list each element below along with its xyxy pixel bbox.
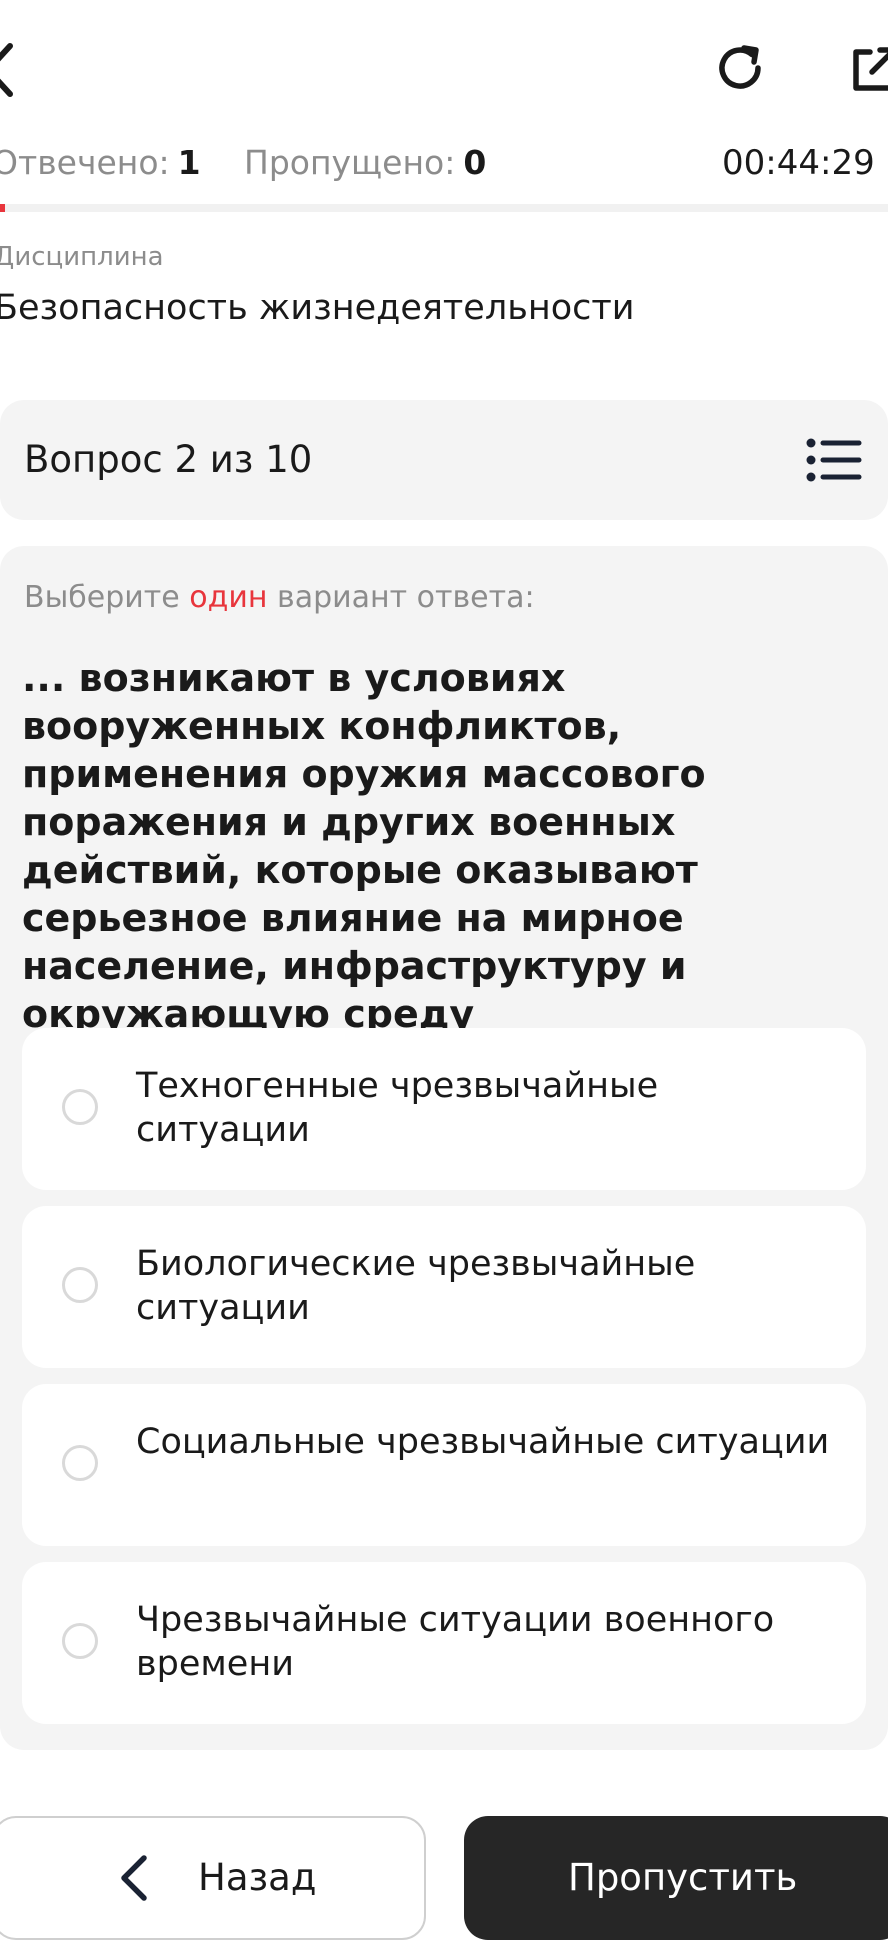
instruction-prefix: Выберите (24, 580, 180, 615)
answer-option-4[interactable]: Чрезвычайные ситуации военного времени (22, 1562, 866, 1724)
back-button[interactable]: Назад (0, 1816, 426, 1940)
skip-button[interactable]: Пропустить (464, 1816, 888, 1940)
instruction-suffix: вариант ответа: (277, 580, 535, 615)
question-text: ... возникают в условиях вооруженных кон… (22, 656, 706, 1036)
answer-option-label: Техногенные чрезвычайные ситуации (136, 1066, 659, 1150)
skipped-count: 0 (463, 143, 487, 182)
answered-stat: Отвечено: 1 (0, 138, 201, 188)
timer: 00:44:29 (722, 143, 875, 183)
question-list-icon[interactable] (806, 438, 862, 482)
answer-option-3[interactable]: Социальные чрезвычайные ситуации (22, 1384, 866, 1546)
chevron-left-icon (121, 1855, 147, 1901)
open-external-icon[interactable] (846, 42, 888, 98)
top-bar (0, 0, 888, 130)
radio-button[interactable] (62, 1445, 98, 1481)
answer-instruction: Выберите один вариант ответа: (24, 580, 535, 615)
radio-button[interactable] (62, 1267, 98, 1303)
discipline-value: Безопасность жизнедеятельности (0, 288, 635, 328)
answered-label: Отвечено: (0, 143, 170, 182)
question-card: Выберите один вариант ответа: ... возник… (0, 546, 888, 1750)
question-number-card: Вопрос 2 из 10 (0, 400, 888, 520)
answered-count: 1 (177, 143, 201, 182)
radio-button[interactable] (62, 1623, 98, 1659)
question-number: Вопрос 2 из 10 (24, 438, 313, 481)
instruction-accent: один (189, 580, 268, 615)
skip-button-label: Пропустить (568, 1856, 798, 1899)
skipped-label: Пропущено: (244, 143, 456, 182)
skipped-stat: Пропущено: 0 (244, 138, 486, 188)
chevron-left-icon[interactable] (0, 40, 20, 100)
discipline-label: Дисциплина (0, 242, 164, 272)
progress-bar (0, 204, 888, 212)
refresh-icon[interactable] (712, 40, 768, 96)
answer-option-label: Социальные чрезвычайные ситуации (136, 1422, 830, 1462)
back-button-label: Назад (198, 1856, 317, 1899)
answer-option-label: Чрезвычайные ситуации военного времени (136, 1600, 775, 1684)
progress-fill (0, 204, 5, 212)
answer-option-2[interactable]: Биологические чрезвычайные ситуации (22, 1206, 866, 1368)
answer-option-label: Биологические чрезвычайные ситуации (136, 1244, 696, 1328)
answer-option-1[interactable]: Техногенные чрезвычайные ситуации (22, 1028, 866, 1190)
radio-button[interactable] (62, 1089, 98, 1125)
